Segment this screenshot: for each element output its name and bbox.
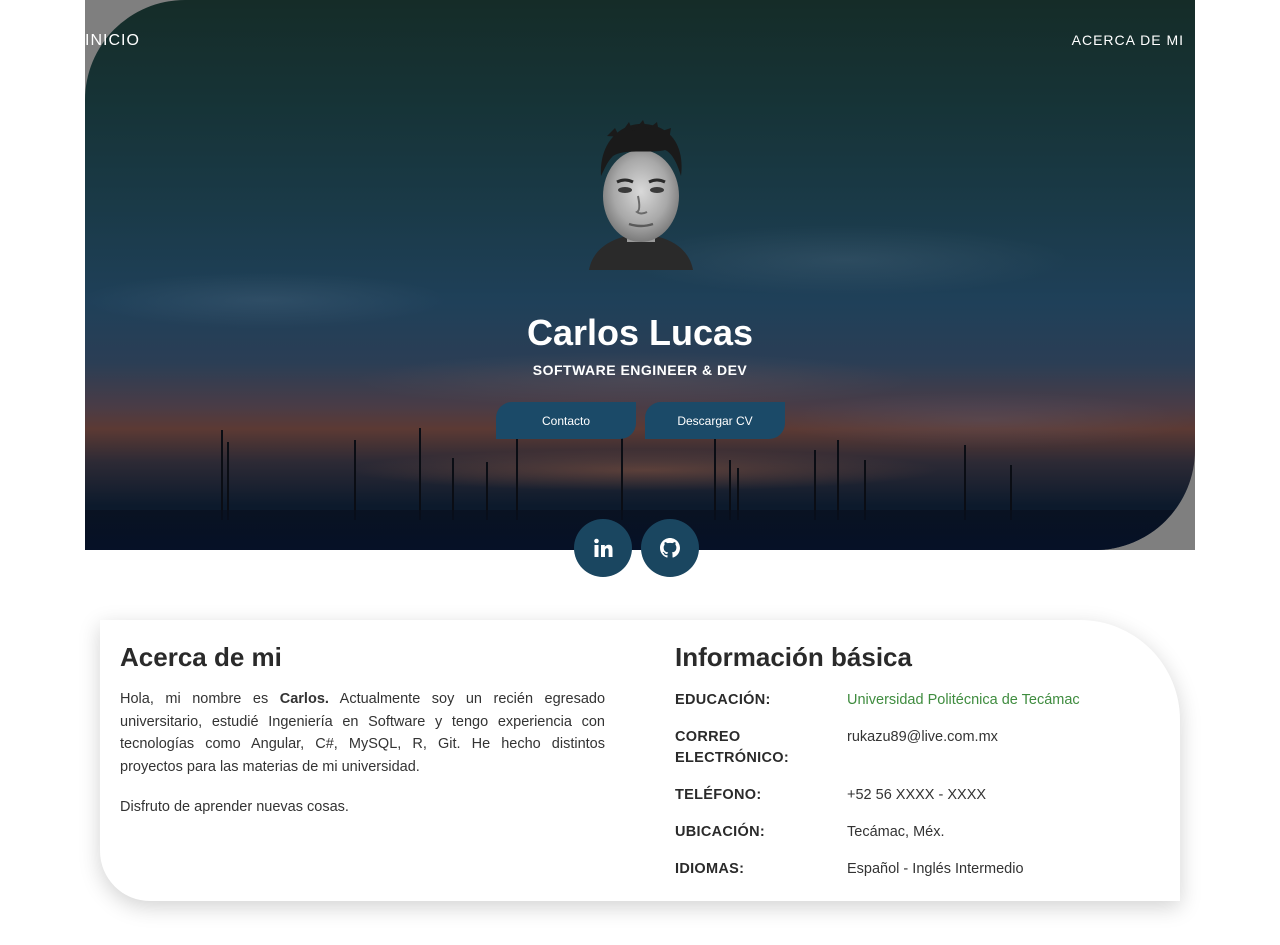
email-value: rukazu89@live.com.mx xyxy=(847,729,998,745)
about-paragraph-2: Disfruto de aprender nuevas cosas. xyxy=(120,799,349,815)
education-label: EDUCACIÓN: xyxy=(675,692,771,708)
languages-label: IDIOMAS: xyxy=(675,861,745,877)
linkedin-button[interactable] xyxy=(574,519,632,577)
phone-value: +52 56 XXXX - XXXX xyxy=(847,787,987,803)
about-paragraph: Hola, mi nombre es Carlos. Actualmente s… xyxy=(120,688,605,778)
download-cv-button[interactable]: Descargar CV xyxy=(645,402,785,439)
hero-name: Carlos Lucas xyxy=(526,312,754,353)
phone-label: TELÉFONO: xyxy=(675,787,762,803)
linkedin-icon xyxy=(594,538,613,557)
education-link[interactable]: Universidad Politécnica de Tecámac xyxy=(847,692,1080,708)
languages-value: Español - Inglés Intermedio xyxy=(847,861,1024,877)
email-label: CORREO ELECTRÓNICO: xyxy=(675,729,789,766)
about-name-bold: Carlos. xyxy=(279,691,329,707)
nav-about-link[interactable]: ACERCA DE MI xyxy=(1072,32,1184,48)
github-button[interactable] xyxy=(641,519,699,577)
info-heading: Información básica xyxy=(675,642,912,672)
about-heading: Acerca de mi xyxy=(120,642,282,672)
hero-background xyxy=(85,0,1195,550)
location-label: UBICACIÓN: xyxy=(675,824,765,840)
nav-home-link[interactable]: INICIO xyxy=(85,32,140,50)
hero-subtitle: SOFTWARE ENGINEER & DEV xyxy=(532,362,748,378)
github-icon xyxy=(660,538,680,558)
location-value: Tecámac, Méx. xyxy=(847,824,945,840)
hero-banner xyxy=(85,0,1195,550)
about-intro-text: Hola, mi nombre es xyxy=(120,691,269,707)
profile-avatar xyxy=(589,120,693,270)
education-value: Universidad Politécnica de Tecámac xyxy=(847,690,1080,711)
contact-button[interactable]: Contacto xyxy=(496,402,636,439)
about-card: Acerca de mi Hola, mi nombre es Carlos. … xyxy=(100,620,1180,901)
water-poles xyxy=(85,0,1195,550)
water-surface xyxy=(85,510,1195,550)
